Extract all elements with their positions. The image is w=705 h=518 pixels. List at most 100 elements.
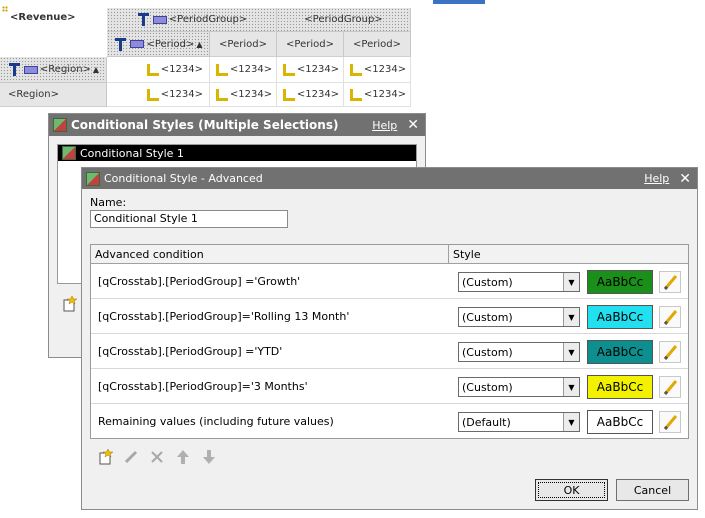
pencil-icon	[124, 450, 138, 464]
style-preview: AaBbCc	[587, 340, 653, 364]
table-row[interactable]: [qCrosstab].[PeriodGroup] ='YTD' (Custom…	[91, 334, 688, 369]
delete-icon	[151, 451, 163, 463]
edit-style-button[interactable]	[659, 306, 681, 328]
conditions-toolbar	[96, 448, 218, 466]
table-row[interactable]: [qCrosstab].[PeriodGroup] ='Growth' (Cus…	[91, 264, 688, 299]
dimension-icon	[137, 13, 149, 26]
measure-icon	[282, 63, 295, 76]
conditions-table: Advanced condition Style [qCrosstab].[Pe…	[90, 244, 689, 439]
measure-icon	[146, 63, 159, 76]
crosstab-period-group-header[interactable]: <PeriodGroup>	[277, 8, 411, 32]
conditional-style-icon	[86, 171, 100, 186]
column-header-style[interactable]: Style	[449, 245, 688, 263]
crosstab-row-header[interactable]: <Region>	[0, 83, 107, 107]
condition-text: [qCrosstab].[PeriodGroup] ='Growth'	[98, 275, 301, 288]
column-header-condition[interactable]: Advanced condition	[91, 245, 449, 263]
style-select[interactable]: (Custom) ▼	[458, 272, 580, 292]
crosstab-period-header[interactable]: <Period>	[277, 32, 344, 57]
chevron-down-icon[interactable]: ▼	[563, 308, 579, 326]
help-link[interactable]: Help	[644, 172, 669, 185]
style-select[interactable]: (Custom) ▼	[458, 377, 580, 397]
close-icon[interactable]: ✕	[679, 171, 691, 187]
new-condition-button[interactable]	[96, 448, 114, 466]
dimension-icon	[115, 37, 127, 51]
crosstab-value-cell[interactable]: <1234>	[277, 57, 344, 83]
pencil-icon	[663, 309, 677, 325]
style-select[interactable]: (Default) ▼	[458, 412, 580, 432]
crosstab-value-cell[interactable]: <1234>	[344, 83, 411, 107]
style-preview: AaBbCc	[587, 410, 653, 434]
crosstab-value-cell[interactable]: <1234>	[210, 57, 277, 83]
pencil-icon	[663, 274, 677, 290]
table-row[interactable]: Remaining values (including future value…	[91, 404, 688, 439]
chevron-down-icon[interactable]: ▼	[563, 343, 579, 361]
crosstab-value-cell[interactable]: <1234>	[107, 57, 210, 83]
crosstab-value-cell[interactable]: <1234>	[277, 83, 344, 107]
table-row[interactable]: [qCrosstab].[PeriodGroup]='3 Months' (Cu…	[91, 369, 688, 404]
style-select[interactable]: (Custom) ▼	[458, 342, 580, 362]
drag-handle-icon	[2, 6, 8, 12]
chevron-down-icon[interactable]: ▼	[563, 378, 579, 396]
group-icon	[152, 15, 167, 24]
condition-text: Remaining values (including future value…	[98, 415, 334, 428]
measure-icon	[215, 63, 228, 76]
dimension-icon	[8, 63, 20, 76]
crosstab-period-header[interactable]: <Period>	[344, 32, 411, 57]
condition-text: [qCrosstab].[PeriodGroup]='Rolling 13 Mo…	[98, 310, 350, 323]
delete-condition-button[interactable]	[148, 448, 166, 466]
new-icon	[63, 295, 78, 312]
conditional-style-icon	[62, 146, 76, 160]
crosstab-period-group-header[interactable]: <PeriodGroup>	[107, 8, 277, 32]
advanced-style-dialog: Conditional Style - Advanced Help ✕ Name…	[81, 167, 698, 510]
measure-icon	[349, 63, 362, 76]
edit-style-button[interactable]	[659, 376, 681, 398]
dialog-titlebar[interactable]: Conditional Style - Advanced Help ✕	[82, 168, 697, 189]
dialog-titlebar[interactable]: Conditional Styles (Multiple Selections)…	[49, 114, 425, 136]
edit-condition-button[interactable]	[122, 448, 140, 466]
crosstab-period-header[interactable]: <Period> ▲	[107, 32, 210, 57]
close-icon[interactable]: ✕	[407, 117, 419, 133]
conditional-style-icon	[53, 118, 67, 132]
edit-style-button[interactable]	[659, 341, 681, 363]
chevron-down-icon[interactable]: ▼	[563, 413, 579, 431]
crosstab-value-cell[interactable]: <1234>	[107, 83, 210, 107]
group-icon	[23, 65, 38, 74]
style-preview: AaBbCc	[587, 375, 653, 399]
condition-text: [qCrosstab].[PeriodGroup]='3 Months'	[98, 380, 308, 393]
table-row[interactable]: [qCrosstab].[PeriodGroup]='Rolling 13 Mo…	[91, 299, 688, 334]
list-item[interactable]: Conditional Style 1	[58, 145, 416, 161]
new-style-button[interactable]	[61, 295, 78, 312]
sort-ascending-icon: ▲	[196, 39, 203, 49]
name-input[interactable]: Conditional Style 1	[90, 210, 288, 228]
measure-icon	[282, 88, 295, 101]
window-accent-strip	[433, 0, 485, 4]
dialog-title: Conditional Style - Advanced	[104, 172, 263, 185]
pencil-icon	[663, 344, 677, 360]
measure-icon	[215, 88, 228, 101]
style-select[interactable]: (Custom) ▼	[458, 307, 580, 327]
cancel-button[interactable]: Cancel	[616, 479, 689, 501]
crosstab-corner-label[interactable]: <Revenue>	[10, 6, 105, 28]
move-down-button[interactable]	[200, 448, 218, 466]
arrow-up-icon	[177, 450, 189, 464]
measure-icon	[146, 88, 159, 101]
group-icon	[130, 40, 145, 48]
measure-icon	[349, 88, 362, 101]
ok-button[interactable]: OK	[535, 479, 608, 501]
help-link[interactable]: Help	[372, 119, 397, 132]
chevron-down-icon[interactable]: ▼	[563, 273, 579, 291]
style-preview: AaBbCc	[587, 270, 653, 294]
condition-text: [qCrosstab].[PeriodGroup] ='YTD'	[98, 345, 283, 358]
move-up-button[interactable]	[174, 448, 192, 466]
crosstab-value-cell[interactable]: <1234>	[344, 57, 411, 83]
crosstab-value-cell[interactable]: <1234>	[210, 83, 277, 107]
arrow-down-icon	[203, 450, 215, 464]
sort-ascending-icon: ▲	[92, 65, 100, 74]
crosstab-period-header[interactable]: <Period>	[210, 32, 277, 57]
edit-style-button[interactable]	[659, 411, 681, 433]
dialog-title: Conditional Styles (Multiple Selections)	[71, 118, 339, 132]
name-label: Name:	[90, 196, 127, 209]
pencil-icon	[663, 414, 677, 430]
crosstab-row-header[interactable]: <Region> ▲	[0, 57, 107, 83]
edit-style-button[interactable]	[659, 271, 681, 293]
